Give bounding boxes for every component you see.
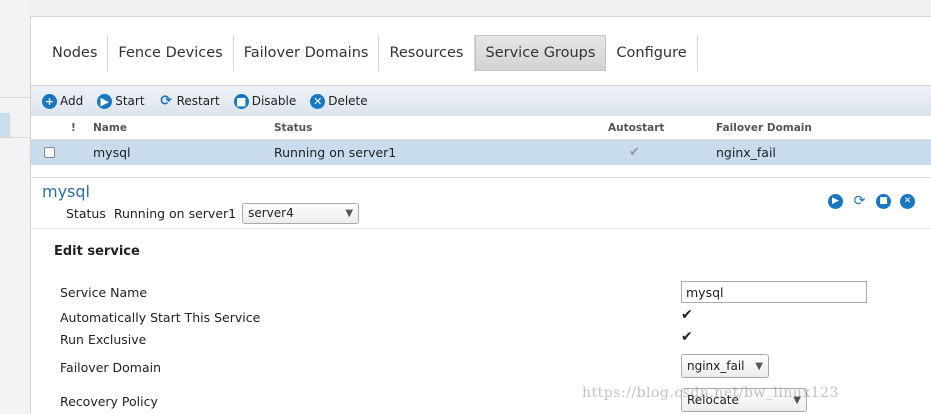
failover-domain-value: nginx_fail [687,359,745,373]
autostart-label: Automatically Start This Service [60,310,261,325]
restart-service-icon[interactable]: ⟳ [852,194,867,209]
tab-configure[interactable]: Configure [606,35,698,71]
run-exclusive-checkbox[interactable]: ✔ [681,329,693,345]
play-icon: ▶ [97,93,113,109]
chevron-down-icon: ▼ [755,360,763,372]
service-detail: mysql Status Running on server1 server4 … [31,177,931,414]
run-exclusive-label: Run Exclusive [60,332,147,347]
delete-label: Delete [328,94,368,108]
autostart-checkbox[interactable]: ✔ [681,307,693,323]
restart-button[interactable]: ⟳ Restart [159,92,220,109]
service-actions: ▶ ⟳ ■ ✕ [819,194,915,209]
toolbar: + Add ▶ Start ⟳ Restart ■ Disable ✕ Dele… [31,85,931,116]
restart-label: Restart [176,94,220,108]
recovery-policy-label: Recovery Policy [60,394,158,409]
watermark: https://blog.csdn.net/bw_linux123 [582,385,839,401]
tab-bar: Nodes Fence Devices Failover Domains Res… [42,35,698,71]
stop-icon: ■ [233,93,249,109]
node-select[interactable]: server4 ▼ [242,202,360,224]
column-failover-domain[interactable]: Failover Domain [716,116,812,140]
status-label: Status [66,205,106,221]
column-flag: ! [71,122,76,134]
disable-service-icon[interactable]: ■ [876,194,891,209]
column-autostart[interactable]: Autostart [608,116,664,140]
add-label: Add [60,94,84,108]
sidebar-selected-item[interactable] [0,113,10,137]
failover-domain-label: Failover Domain [60,360,162,375]
refresh-icon: ⟳ [160,92,172,109]
column-status[interactable]: Status [274,116,312,140]
delete-service-icon[interactable]: ✕ [900,194,915,209]
row-checkbox[interactable] [44,147,55,158]
main-panel: Nodes Fence Devices Failover Domains Res… [30,16,931,414]
tab-service-groups[interactable]: Service Groups [474,35,607,71]
disable-button[interactable]: ■ Disable [233,93,297,109]
failover-domain-wrap: nginx_fail ▼ [681,354,769,378]
service-name-label: Service Name [60,285,148,300]
start-label: Start [115,94,145,108]
tab-nodes[interactable]: Nodes [42,35,109,71]
node-select-value: server4 [248,206,294,220]
service-name-field-wrap [681,281,867,303]
left-sidebar [0,0,30,414]
status-value: Running on server1 [113,205,237,221]
service-title: mysql [42,182,90,201]
table-row[interactable]: mysql Running on server1 ✔ nginx_fail [31,140,931,165]
plus-icon: + [42,93,57,109]
failover-domain-select[interactable]: nginx_fail ▼ [681,354,769,378]
delete-button[interactable]: ✕ Delete [310,93,368,109]
edit-service-title: Edit service [54,244,140,259]
chevron-down-icon: ▼ [345,207,354,219]
start-button[interactable]: ▶ Start [97,93,145,109]
tab-failover-domains[interactable]: Failover Domains [234,35,380,71]
tab-resources[interactable]: Resources [379,35,475,71]
service-status-row: Status Running on server1 server4 ▼ [66,202,360,224]
table-header: ! Name Status Autostart Failover Domain [31,116,931,140]
sidebar-divider [0,137,30,138]
sidebar-divider [0,97,30,98]
start-service-icon[interactable]: ▶ [828,194,843,209]
column-name[interactable]: Name [93,116,127,140]
close-icon: ✕ [310,93,326,109]
add-button[interactable]: + Add [42,93,84,109]
tab-fence-devices[interactable]: Fence Devices [108,35,234,71]
row-status: Running on server1 [274,145,397,160]
service-name-input[interactable] [681,281,867,303]
row-name: mysql [93,145,131,160]
disable-label: Disable [251,94,297,108]
autostart-check-icon: ✔ [629,145,640,160]
row-failover-domain: nginx_fail [716,145,776,160]
